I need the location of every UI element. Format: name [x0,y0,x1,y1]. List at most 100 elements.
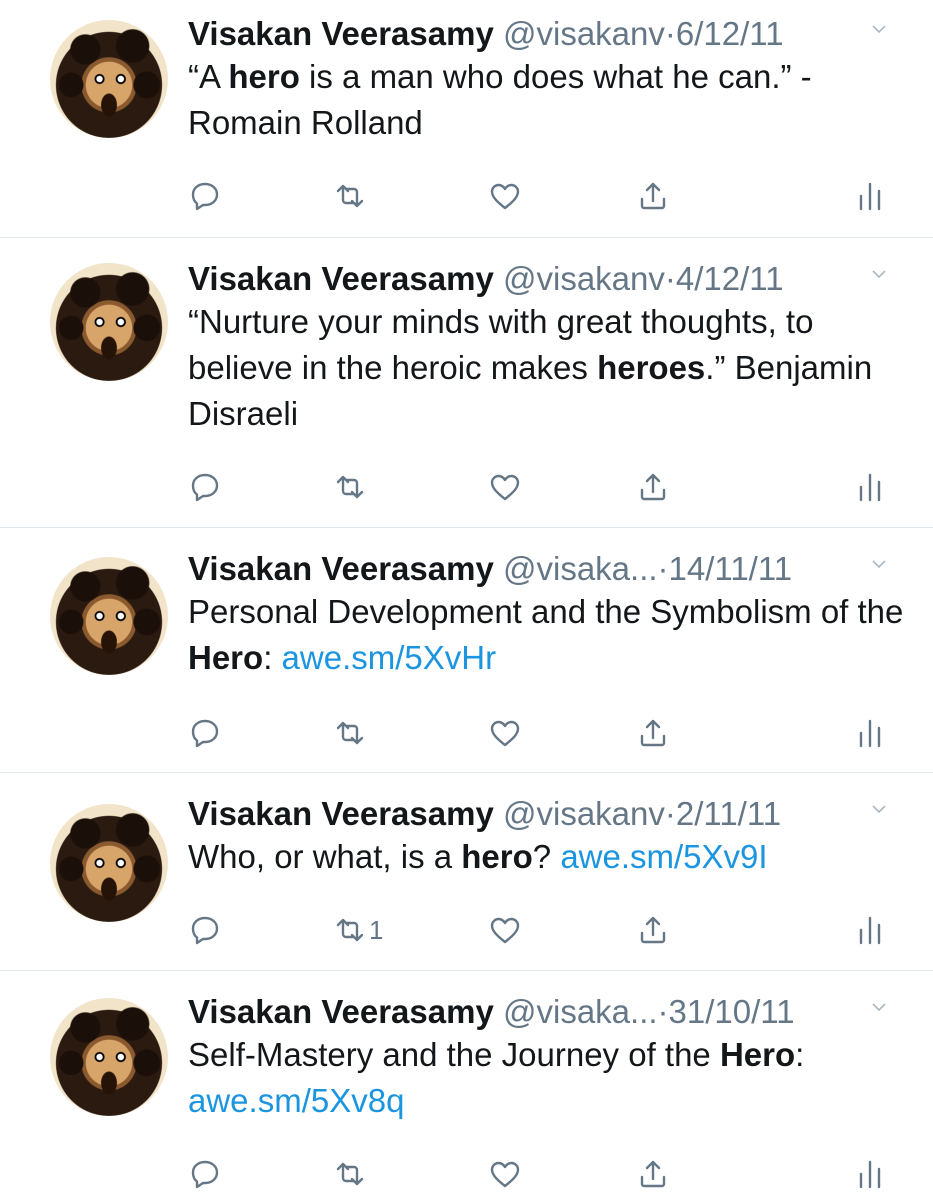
avatar[interactable] [50,20,168,138]
tweet-header: Visakan Veerasamy @visaka...·14/11/11 [188,549,908,589]
reply-button[interactable] [188,1154,222,1194]
reply-icon [191,473,219,502]
analytics-button[interactable] [853,910,887,950]
tweet-text: Personal Development and the Symbolism o… [188,593,904,676]
analytics-button[interactable] [853,176,887,216]
tweet-text: “Nurture your minds with great thoughts,… [188,303,873,432]
like-icon [490,474,520,501]
chevron-down-icon[interactable] [872,267,886,281]
like-icon [490,183,520,210]
share-icon [640,182,666,210]
share-button[interactable] [636,1154,670,1194]
author-handle[interactable]: @visaka... [503,550,658,587]
author-name[interactable]: Visakan Veerasamy [188,550,494,587]
like-icon [490,917,520,944]
tweet-text: “A hero is a man who does what he can.” … [188,58,812,141]
share-button[interactable] [636,176,670,216]
like-button[interactable] [488,176,522,216]
share-button[interactable] [636,910,670,950]
author-name[interactable]: Visakan Veerasamy [188,260,494,297]
separator: · [664,260,676,297]
reply-icon [191,1160,219,1189]
tweet-date[interactable]: 31/10/11 [669,993,795,1030]
like-button[interactable] [488,910,522,950]
author-name[interactable]: Visakan Veerasamy [188,993,494,1030]
analytics-icon [859,473,881,502]
share-icon [640,473,666,501]
author-handle[interactable]: @visakanv [503,795,665,832]
retweet-count: 1 [369,914,384,945]
separator: · [664,15,676,52]
tweet-actions [188,176,888,216]
tweet[interactable]: Visakan Veerasamy @visaka...·14/11/11 Pe… [0,527,933,773]
like-button[interactable] [488,713,522,753]
analytics-button[interactable] [853,713,887,753]
retweet-icon [336,1162,364,1186]
author-name[interactable]: Visakan Veerasamy [188,795,494,832]
retweet-icon [336,721,364,745]
tweet-text: Self-Mastery and the Journey of the Hero… [188,1036,805,1119]
retweet-button[interactable] [333,1154,369,1194]
tweet-header: Visakan Veerasamy @visakanv·6/12/11 [188,14,908,54]
tweet-actions: 1 [188,910,888,950]
analytics-icon [859,916,881,945]
retweet-button[interactable] [333,176,369,216]
retweet-button[interactable]: 1 [333,910,383,950]
chevron-down-icon[interactable] [872,557,886,571]
share-button[interactable] [636,467,670,507]
avatar[interactable] [50,263,168,381]
share-icon [640,719,666,747]
reply-icon [191,719,219,748]
tweet-link[interactable]: awe.sm/5XvHr [282,639,497,676]
analytics-icon [859,182,881,211]
like-icon [490,720,520,747]
separator: · [657,993,669,1030]
author-handle[interactable]: @visakanv [503,15,665,52]
retweet-icon [336,918,364,942]
tweet-date[interactable]: 2/11/11 [676,795,781,832]
chevron-down-icon[interactable] [872,1000,886,1014]
tweet-header: Visakan Veerasamy @visaka...·31/10/11 [188,992,908,1032]
reply-button[interactable] [188,713,222,753]
separator: · [664,795,676,832]
author-handle[interactable]: @visaka... [503,993,658,1030]
tweet-header: Visakan Veerasamy @visakanv·4/12/11 [188,259,908,299]
tweet-actions [188,1154,888,1194]
avatar[interactable] [50,557,168,675]
avatar[interactable] [50,998,168,1116]
tweet-link[interactable]: awe.sm/5Xv9I [560,838,767,875]
tweet[interactable]: Visakan Veerasamy @visaka...·31/10/11 Se… [0,970,933,1200]
reply-button[interactable] [188,910,222,950]
avatar[interactable] [50,804,168,922]
retweet-icon [336,475,364,499]
author-name[interactable]: Visakan Veerasamy [188,15,494,52]
tweet-date[interactable]: 4/12/11 [676,260,784,297]
retweet-icon [336,184,364,208]
reply-button[interactable] [188,176,222,216]
chevron-down-icon[interactable] [872,22,886,36]
retweet-button[interactable] [333,713,369,753]
tweet-text: Who, or what, is a hero? awe.sm/5Xv9I [188,838,768,875]
reply-icon [191,182,219,211]
share-icon [640,916,666,944]
retweet-button[interactable] [333,467,369,507]
tweet-date[interactable]: 6/12/11 [676,15,784,52]
separator: · [657,550,669,587]
tweet-actions [188,713,888,753]
tweet-link[interactable]: awe.sm/5Xv8q [188,1082,404,1119]
analytics-button[interactable] [853,1154,887,1194]
tweet[interactable]: Visakan Veerasamy @visakanv·2/11/11 Who,… [0,772,933,971]
analytics-button[interactable] [853,467,887,507]
tweet[interactable]: Visakan Veerasamy @visakanv·4/12/11 “Nur… [0,237,933,528]
like-icon [490,1161,520,1188]
tweet[interactable]: Visakan Veerasamy @visakanv·6/12/11 “A h… [0,0,933,238]
tweet-date[interactable]: 14/11/11 [669,550,793,587]
like-button[interactable] [488,1154,522,1194]
share-button[interactable] [636,713,670,753]
reply-button[interactable] [188,467,222,507]
tweet-actions [188,467,888,507]
like-button[interactable] [488,467,522,507]
reply-icon [191,916,219,945]
chevron-down-icon[interactable] [872,802,886,816]
author-handle[interactable]: @visakanv [503,260,665,297]
